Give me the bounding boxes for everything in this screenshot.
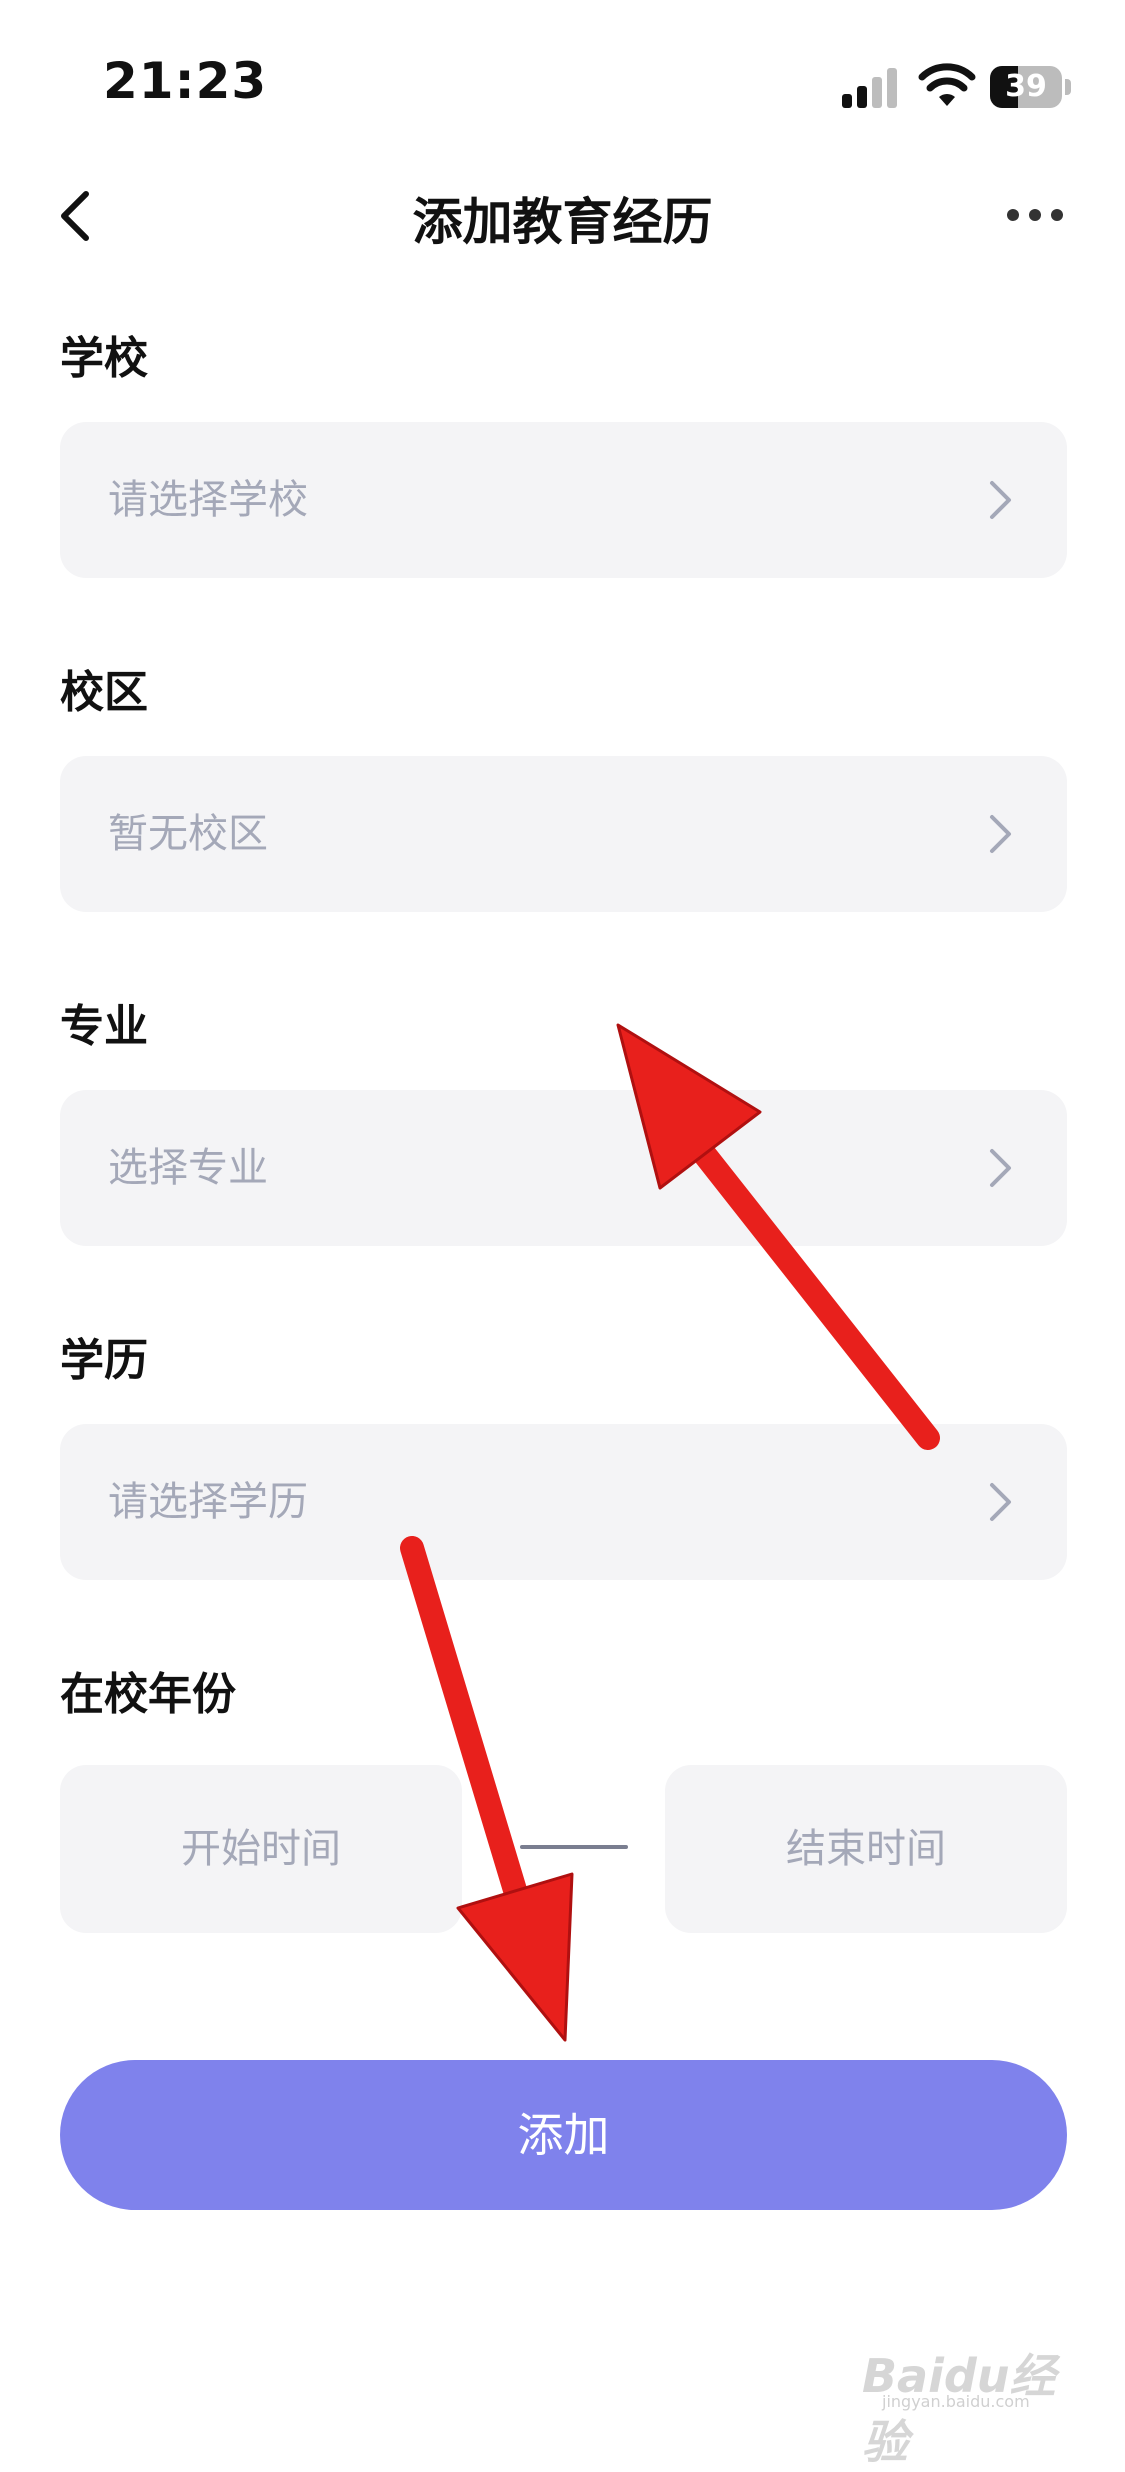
campus-select[interactable]: 暂无校区 — [60, 756, 1067, 912]
status-bar: 21:23 39 — [0, 0, 1125, 150]
major-select[interactable]: 选择专业 — [60, 1090, 1067, 1246]
status-time: 21:23 — [103, 52, 268, 110]
range-divider — [520, 1845, 628, 1849]
degree-label: 学历 — [60, 1335, 148, 1386]
school-placeholder: 请选择学校 — [108, 477, 308, 523]
start-time-picker[interactable]: 开始时间 — [60, 1765, 462, 1933]
school-select[interactable]: 请选择学校 — [60, 422, 1067, 578]
battery-icon: 39 — [990, 66, 1072, 108]
chevron-right-icon — [990, 815, 1011, 853]
chevron-right-icon — [990, 481, 1011, 519]
campus-label: 校区 — [60, 667, 148, 718]
more-dots-icon[interactable] — [1005, 200, 1065, 230]
major-label: 专业 — [60, 1001, 148, 1052]
campus-placeholder: 暂无校区 — [108, 811, 268, 857]
signal-icon — [842, 68, 897, 108]
wifi-icon — [918, 63, 976, 106]
add-button[interactable]: 添加 — [60, 2060, 1067, 2210]
nav-bar: 添加教育经历 — [0, 160, 1125, 270]
chevron-right-icon — [990, 1149, 1011, 1187]
degree-placeholder: 请选择学历 — [108, 1479, 308, 1525]
years-label: 在校年份 — [60, 1669, 236, 1720]
major-placeholder: 选择专业 — [108, 1145, 268, 1191]
school-label: 学校 — [60, 333, 148, 384]
degree-select[interactable]: 请选择学历 — [60, 1424, 1067, 1580]
battery-percent: 39 — [1005, 69, 1047, 104]
watermark-logo: Baidu经验 jingyan.baidu.com — [862, 2340, 1072, 2469]
page-title: 添加教育经历 — [412, 193, 713, 251]
end-time-picker[interactable]: 结束时间 — [665, 1765, 1067, 1933]
watermark-url: jingyan.baidu.com — [882, 2392, 1030, 2411]
chevron-right-icon — [990, 1483, 1011, 1521]
